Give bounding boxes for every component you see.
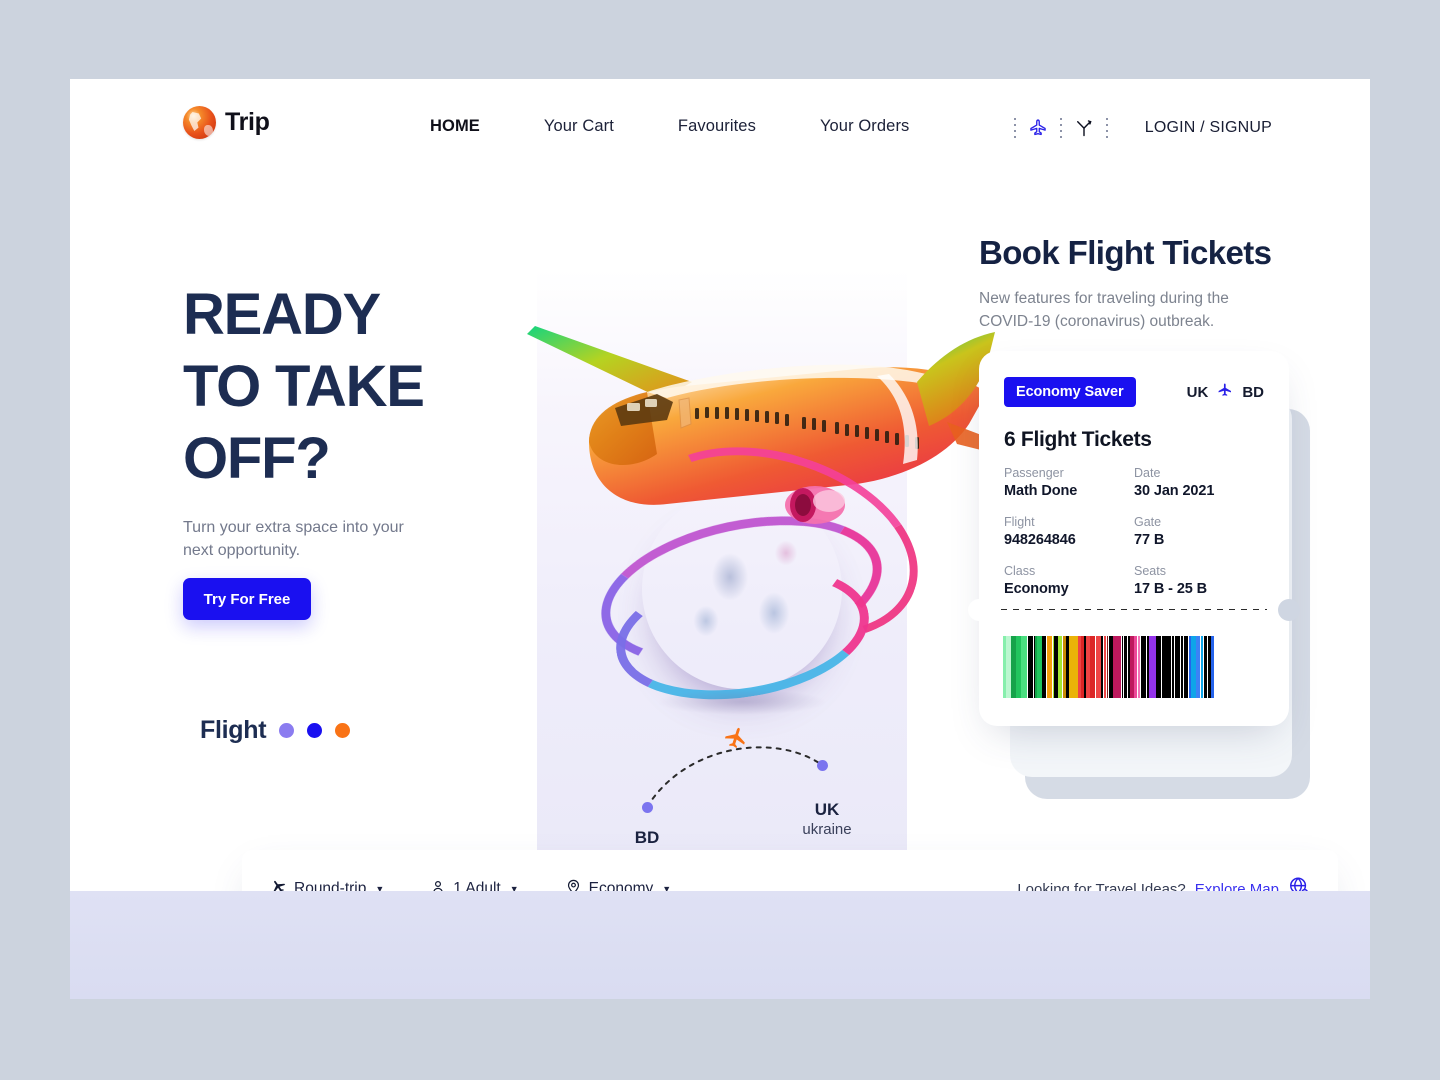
barcode-bar: [1028, 636, 1033, 698]
barcode-bar: [1042, 636, 1046, 698]
pagination-dot-1[interactable]: [279, 723, 295, 738]
barcode-bar: [1134, 636, 1137, 698]
ticket-notch-right: [1278, 599, 1300, 621]
flight-section-label-row: Flight: [200, 716, 351, 745]
field-value: 948264846: [1004, 532, 1076, 548]
barcode-bar: [1026, 636, 1027, 698]
globe-icon: [183, 106, 216, 139]
field-value: Math Done: [1004, 483, 1078, 499]
origin-dot: [642, 802, 653, 813]
field-value: 77 B: [1134, 532, 1165, 548]
barcode-bar: [1101, 636, 1103, 698]
ticket-barcode: [1003, 636, 1265, 698]
barcode-bar: [1211, 636, 1214, 698]
hero-subtitle: Turn your extra space into your next opp…: [183, 519, 404, 560]
barcode-bar: [1156, 636, 1161, 698]
barcode-bar: [1184, 636, 1188, 698]
ticket-field-flight: Flight 948264846: [1004, 515, 1134, 548]
destination-code: UK: [814, 800, 840, 819]
right-panel-title: Book Flight Tickets: [979, 234, 1272, 271]
hero-title-line-2: TO TAKE: [183, 353, 425, 419]
ticket-route: UK BD: [1187, 382, 1264, 402]
airplane-icon[interactable]: [1025, 115, 1051, 141]
barcode-bar: [1124, 636, 1127, 698]
pagination-dot-2[interactable]: [307, 723, 323, 738]
right-panel-subtitle: New features for traveling during the CO…: [979, 290, 1229, 331]
hero-illustration: BD Dhaka UK ukraine: [527, 269, 1045, 879]
barcode-bar: [1196, 636, 1200, 698]
flight-ticket-card[interactable]: Economy Saver UK BD 6 Flight Tickets Pas…: [968, 351, 1300, 726]
barcode-bar: [1122, 636, 1123, 698]
barcode-bar: [1138, 636, 1140, 698]
barcode-bar: [1175, 636, 1180, 698]
login-signup-link[interactable]: LOGIN / SIGNUP: [1145, 119, 1272, 137]
dot-separator: [1105, 118, 1108, 138]
airplane-icon: [1217, 382, 1233, 402]
nav-item-home[interactable]: HOME: [398, 117, 512, 136]
flight-section-label: Flight: [200, 716, 267, 744]
main-nav: HOME Your Cart Favourites Your Orders: [398, 117, 941, 136]
ticket-route-from: UK: [1186, 383, 1209, 401]
hero-title-line-1: READY: [183, 282, 381, 347]
screenshot-root: Trip HOME Your Cart Favourites Your Orde…: [0, 0, 1440, 1080]
ticket-field-gate: Gate 77 B: [1134, 515, 1264, 548]
ticket-details-grid: Passenger Math Done Date 30 Jan 2021 Fli…: [1004, 466, 1264, 597]
barcode-bar: [1167, 636, 1171, 698]
field-value: 17 B - 25 B: [1134, 581, 1208, 597]
barcode-bar: [1058, 636, 1062, 698]
field-label: Passenger: [1004, 466, 1064, 480]
field-label: Seats: [1134, 564, 1166, 578]
nav-item-your-cart[interactable]: Your Cart: [512, 117, 646, 136]
flight-path-map: BD Dhaka UK ukraine: [577, 707, 877, 866]
ticket-field-date: Date 30 Jan 2021: [1134, 466, 1264, 499]
page-card: Trip HOME Your Cart Favourites Your Orde…: [70, 79, 1370, 999]
barcode-bar: [1204, 636, 1207, 698]
barcode-bar: [1116, 636, 1121, 698]
nav-item-your-orders[interactable]: Your Orders: [788, 117, 941, 136]
brand-logo[interactable]: Trip: [183, 106, 270, 139]
site-header: Trip HOME Your Cart Favourites Your Orde…: [70, 79, 1370, 179]
field-label: Gate: [1134, 515, 1162, 529]
barcode-bar: [1104, 636, 1106, 698]
field-value: Economy: [1004, 581, 1069, 597]
hero-title-line-3: OFF?: [183, 425, 331, 491]
ticket-field-passenger: Passenger Math Done: [1004, 466, 1134, 499]
ticket-notch-left: [968, 599, 990, 621]
barcode-bar: [1090, 636, 1095, 698]
barcode-bar: [1047, 636, 1052, 698]
barcode-bar: [1173, 636, 1174, 698]
field-label: Date: [1134, 466, 1161, 480]
destination-city: ukraine: [802, 821, 852, 839]
ticket-heading: 6 Flight Tickets: [1004, 428, 1152, 451]
try-for-free-button[interactable]: Try For Free: [183, 578, 311, 620]
barcode-bar: [1201, 636, 1203, 698]
field-label: Class: [1004, 564, 1036, 578]
page-bottom-band: [70, 891, 1370, 999]
ticket-route-to: BD: [1242, 383, 1264, 401]
pagination-dot-3[interactable]: [335, 723, 351, 738]
nav-item-favourites[interactable]: Favourites: [646, 117, 788, 136]
brand-name: Trip: [225, 108, 270, 136]
field-label: Flight: [1004, 515, 1035, 529]
dot-separator: [1059, 118, 1062, 138]
header-actions: LOGIN / SIGNUP: [1005, 115, 1272, 141]
status-badge: Economy Saver: [1004, 377, 1136, 407]
barcode-bar: [1181, 636, 1183, 698]
origin-code: BD: [634, 828, 660, 847]
ticket-field-class: Class Economy: [1004, 564, 1134, 597]
destination-dot: [817, 760, 828, 771]
barcode-bar: [1107, 636, 1108, 698]
barcode-bar: [1141, 636, 1146, 698]
field-value: 30 Jan 2021: [1134, 483, 1215, 499]
route-branch-icon[interactable]: [1071, 115, 1097, 141]
airplane-marker-icon: [723, 725, 749, 756]
ticket-perforation: [1001, 609, 1267, 610]
ticket-field-seats: Seats 17 B - 25 B: [1134, 564, 1264, 597]
dot-separator: [1013, 118, 1016, 138]
destination-label: UK ukraine: [781, 799, 873, 840]
